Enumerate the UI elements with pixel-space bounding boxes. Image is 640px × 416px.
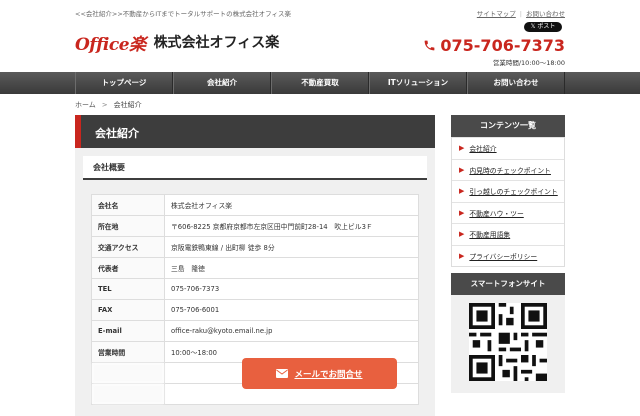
contact-link[interactable]: お問い合わせ xyxy=(526,10,565,18)
nav-contact[interactable]: お問い合わせ xyxy=(467,72,565,94)
sidebar-title: コンテンツ一覧 xyxy=(451,115,565,137)
row-key xyxy=(91,362,165,384)
row-key xyxy=(91,383,165,405)
row-value: 075-706-6001 xyxy=(164,299,419,321)
sidebar-item-label: 会社紹介 xyxy=(469,145,497,154)
sitemap-link[interactable]: サイトマップ xyxy=(477,10,516,18)
row-value: 〒606-8225 京都府京都市左京区田中門前町28-14 吹上ビル3Ｆ xyxy=(164,215,419,237)
arrow-right-icon: ▶ xyxy=(459,230,465,239)
table-row: 代表者 三島 隆徳 xyxy=(91,257,419,279)
mail-contact-label: メールでお問合せ xyxy=(294,369,363,380)
sidebar-item-privacy[interactable]: ▶ プライバシーポリシー xyxy=(452,244,564,267)
sidebar-item-label: 不動産ハウ・ツー xyxy=(469,209,524,218)
nav-real-estate[interactable]: 不動産買取 xyxy=(271,72,369,94)
row-key: 代表者 xyxy=(91,257,165,279)
link-separator: | xyxy=(519,10,522,18)
arrow-right-icon: ▶ xyxy=(459,144,465,153)
logo-mark: Office楽 xyxy=(75,34,146,55)
sidebar-item-company[interactable]: ▶ 会社紹介 xyxy=(452,137,564,159)
sidebar-item-label: プライバシーポリシー xyxy=(469,252,538,261)
section-heading-text: 会社概要 xyxy=(93,163,125,172)
arrow-right-icon: ▶ xyxy=(459,208,465,217)
nav-top[interactable]: トップページ xyxy=(75,72,173,94)
row-key: 会社名 xyxy=(91,194,165,216)
table-row: TEL 075-706-7373 xyxy=(91,278,419,300)
row-value: office-raku@kyoto.email.ne.jp xyxy=(164,320,419,342)
row-key: 営業時間 xyxy=(91,341,165,363)
sidebar-item-label: 不動産用語集 xyxy=(469,231,511,240)
row-value: 三島 隆徳 xyxy=(164,257,419,279)
sidebar-item-moving-checkpoints[interactable]: ▶ 引っ越しのチェックポイント xyxy=(452,180,564,202)
arrow-right-icon: ▶ xyxy=(459,165,465,174)
row-value: 京阪電鉄鴨東線 / 出町柳 徒歩 8分 xyxy=(164,236,419,258)
row-value: 075-706-7373 xyxy=(164,278,419,300)
sidebar-item-label: 引っ越しのチェックポイント xyxy=(469,188,558,197)
site-tagline: <<会社紹介>>不動産からITまでトータルサポートの株式会社オフィス楽 xyxy=(75,10,292,18)
table-row: 会社名 株式会社オフィス楽 xyxy=(91,194,419,216)
sidebar: コンテンツ一覧 ▶ 会社紹介 ▶ 内見時のチェックポイント ▶ 引っ越しのチェックポイ… xyxy=(451,115,565,393)
sidebar-list: ▶ 会社紹介 ▶ 内見時のチェックポイント ▶ 引っ越しのチェックポイント ▶ 不動産ハ… xyxy=(451,137,565,267)
sidebar-item-label: 内見時のチェックポイント xyxy=(469,166,551,175)
nav-it-solution[interactable]: ITソリューション xyxy=(369,72,467,94)
breadcrumb-separator: > xyxy=(101,101,108,109)
breadcrumb-current: 会社紹介 xyxy=(113,101,142,109)
nav-company[interactable]: 会社紹介 xyxy=(173,72,271,94)
breadcrumb-home[interactable]: ホーム xyxy=(75,101,96,109)
table-row: FAX 075-706-6001 xyxy=(91,299,419,321)
row-key: TEL xyxy=(91,278,165,300)
global-nav: トップページ 会社紹介 不動産買取 ITソリューション お問い合わせ xyxy=(0,72,640,94)
row-key: 交通アクセス xyxy=(91,236,165,258)
arrow-right-icon: ▶ xyxy=(459,187,465,196)
sidebar-item-glossary[interactable]: ▶ 不動産用語集 xyxy=(452,223,564,245)
page-title: 会社紹介 xyxy=(75,115,435,148)
row-value: 株式会社オフィス楽 xyxy=(164,194,419,216)
row-key: FAX xyxy=(91,299,165,321)
breadcrumb: ホーム > 会社紹介 xyxy=(75,100,142,110)
site-logo[interactable]: Office楽 株式会社オフィス楽 xyxy=(75,31,280,55)
arrow-right-icon: ▶ xyxy=(459,251,465,260)
business-hours: 営業時間/10:00～18:00 xyxy=(492,59,565,67)
top-bar: <<会社紹介>>不動産からITまでトータルサポートの株式会社オフィス楽 サイトマ… xyxy=(75,6,565,18)
table-row: 所在地 〒606-8225 京都府京都市左京区田中門前町28-14 吹上ビル3Ｆ xyxy=(91,215,419,237)
row-key: E-mail xyxy=(91,320,165,342)
phone-number[interactable]: 075-706-7373 xyxy=(423,36,565,55)
sidebar-item-viewing-checkpoints[interactable]: ▶ 内見時のチェックポイント xyxy=(452,158,564,181)
sidebar-item-howto[interactable]: ▶ 不動産ハウ・ツー xyxy=(452,201,564,224)
qr-code-icon[interactable] xyxy=(469,303,547,381)
mail-icon xyxy=(276,369,289,378)
smartphone-site-box: スマートフォンサイト xyxy=(451,273,565,393)
table-row: 交通アクセス 京阪電鉄鴨東線 / 出町柳 徒歩 8分 xyxy=(91,236,419,258)
row-key: 所在地 xyxy=(91,215,165,237)
mail-contact-button[interactable]: メールでお問合せ xyxy=(242,358,397,389)
phone-icon xyxy=(425,40,435,51)
top-links: サイトマップ | お問い合わせ xyxy=(477,8,565,18)
company-name: 株式会社オフィス楽 xyxy=(153,35,280,51)
x-post-button[interactable]: 𝕏 ポスト xyxy=(524,22,562,32)
post-label: ポスト xyxy=(537,23,556,30)
section-heading: 会社概要 xyxy=(83,156,427,180)
table-row: E-mail office-raku@kyoto.email.ne.jp xyxy=(91,320,419,342)
smartphone-site-title: スマートフォンサイト xyxy=(451,273,565,295)
phone-text: 075-706-7373 xyxy=(440,36,565,55)
page-title-text: 会社紹介 xyxy=(95,127,139,140)
